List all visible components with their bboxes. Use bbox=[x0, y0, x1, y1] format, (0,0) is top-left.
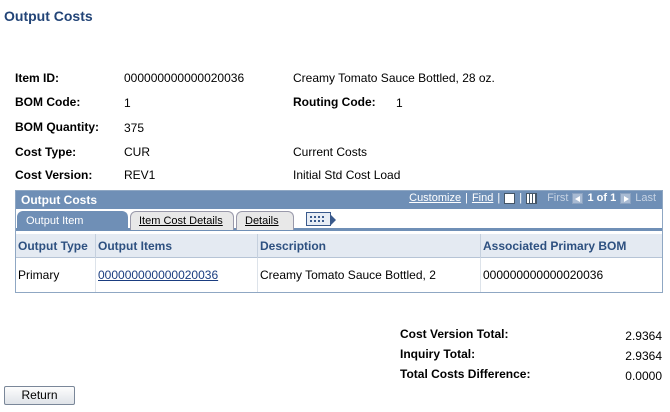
grid-navigation: Customize | Find | | First 1 of 1 Last bbox=[409, 192, 656, 204]
item-description: Creamy Tomato Sauce Bottled, 28 oz. bbox=[293, 71, 495, 85]
bom-code-value: 1 bbox=[124, 96, 131, 110]
cost-version-value: REV1 bbox=[124, 168, 156, 182]
view-all-icon[interactable] bbox=[504, 192, 516, 204]
find-link[interactable]: Find bbox=[472, 192, 493, 204]
bom-code-label: BOM Code: bbox=[15, 95, 81, 109]
item-id-label: Item ID: bbox=[15, 71, 60, 85]
download-grid-icon[interactable] bbox=[526, 192, 538, 204]
cost-type-description: Current Costs bbox=[293, 145, 368, 159]
output-costs-grid: Output Costs Customize | Find | | First … bbox=[15, 190, 663, 293]
grid-tabs: Output Item Details Item Cost Details De… bbox=[16, 209, 662, 245]
cost-type-label: Cost Type: bbox=[15, 145, 77, 159]
inquiry-total-label: Inquiry Total: bbox=[400, 347, 476, 361]
separator: | bbox=[519, 192, 523, 204]
item-id-value: 000000000000020036 bbox=[124, 71, 245, 85]
col-description[interactable]: Description bbox=[258, 234, 481, 258]
cost-version-total-value: 2.9364 bbox=[625, 329, 662, 343]
tab-label: Details bbox=[245, 215, 279, 227]
cost-version-description: Initial Std Cost Load bbox=[293, 168, 401, 182]
tab-output-item-details[interactable]: Output Item Details bbox=[17, 211, 128, 245]
col-output-type[interactable]: Output Type bbox=[16, 234, 96, 258]
table-row: Primary 000000000000020036 Creamy Tomato… bbox=[16, 258, 662, 292]
table-header: Output Type Output Items Description Ass… bbox=[16, 234, 662, 258]
cell-description: Creamy Tomato Sauce Bottled, 2 bbox=[258, 258, 481, 292]
cost-version-total-label: Cost Version Total: bbox=[400, 327, 509, 341]
cost-type-value: CUR bbox=[124, 145, 150, 159]
return-button[interactable]: Return bbox=[4, 386, 75, 405]
cell-output-type: Primary bbox=[16, 258, 96, 292]
last-label: Last bbox=[635, 192, 656, 204]
customize-link[interactable]: Customize bbox=[409, 192, 461, 204]
cell-output-item: 000000000000020036 bbox=[96, 258, 258, 292]
separator: | bbox=[497, 192, 501, 204]
first-label: First bbox=[547, 192, 569, 204]
output-item-link[interactable]: 000000000000020036 bbox=[98, 268, 218, 282]
total-costs-difference-value: 0.0000 bbox=[625, 369, 662, 383]
col-output-items[interactable]: Output Items bbox=[96, 234, 258, 258]
show-all-columns-icon[interactable] bbox=[306, 212, 336, 226]
routing-code-value: 1 bbox=[396, 96, 403, 110]
grid-header: Output Costs Customize | Find | | First … bbox=[16, 191, 662, 209]
routing-code-label: Routing Code: bbox=[293, 95, 376, 109]
separator: | bbox=[465, 192, 468, 204]
tab-item-cost-details[interactable]: Item Cost Details bbox=[130, 211, 234, 230]
bom-quantity-label: BOM Quantity: bbox=[15, 120, 99, 134]
cost-version-label: Cost Version: bbox=[15, 168, 93, 182]
grid-title: Output Costs bbox=[21, 193, 97, 207]
inquiry-total-value: 2.9364 bbox=[625, 349, 662, 363]
bom-quantity-value: 375 bbox=[124, 121, 145, 135]
tab-details[interactable]: Details bbox=[236, 211, 294, 230]
col-associated-primary-bom[interactable]: Associated Primary BOM bbox=[481, 234, 662, 258]
row-range: 1 of 1 bbox=[587, 192, 617, 204]
previous-arrow-icon[interactable] bbox=[572, 192, 584, 204]
next-arrow-icon[interactable] bbox=[620, 192, 632, 204]
page-title: Output Costs bbox=[4, 8, 93, 24]
cell-primary-bom: 000000000000020036 bbox=[483, 268, 604, 282]
total-costs-difference-label: Total Costs Difference: bbox=[400, 367, 531, 381]
tab-label: Item Cost Details bbox=[139, 215, 223, 227]
